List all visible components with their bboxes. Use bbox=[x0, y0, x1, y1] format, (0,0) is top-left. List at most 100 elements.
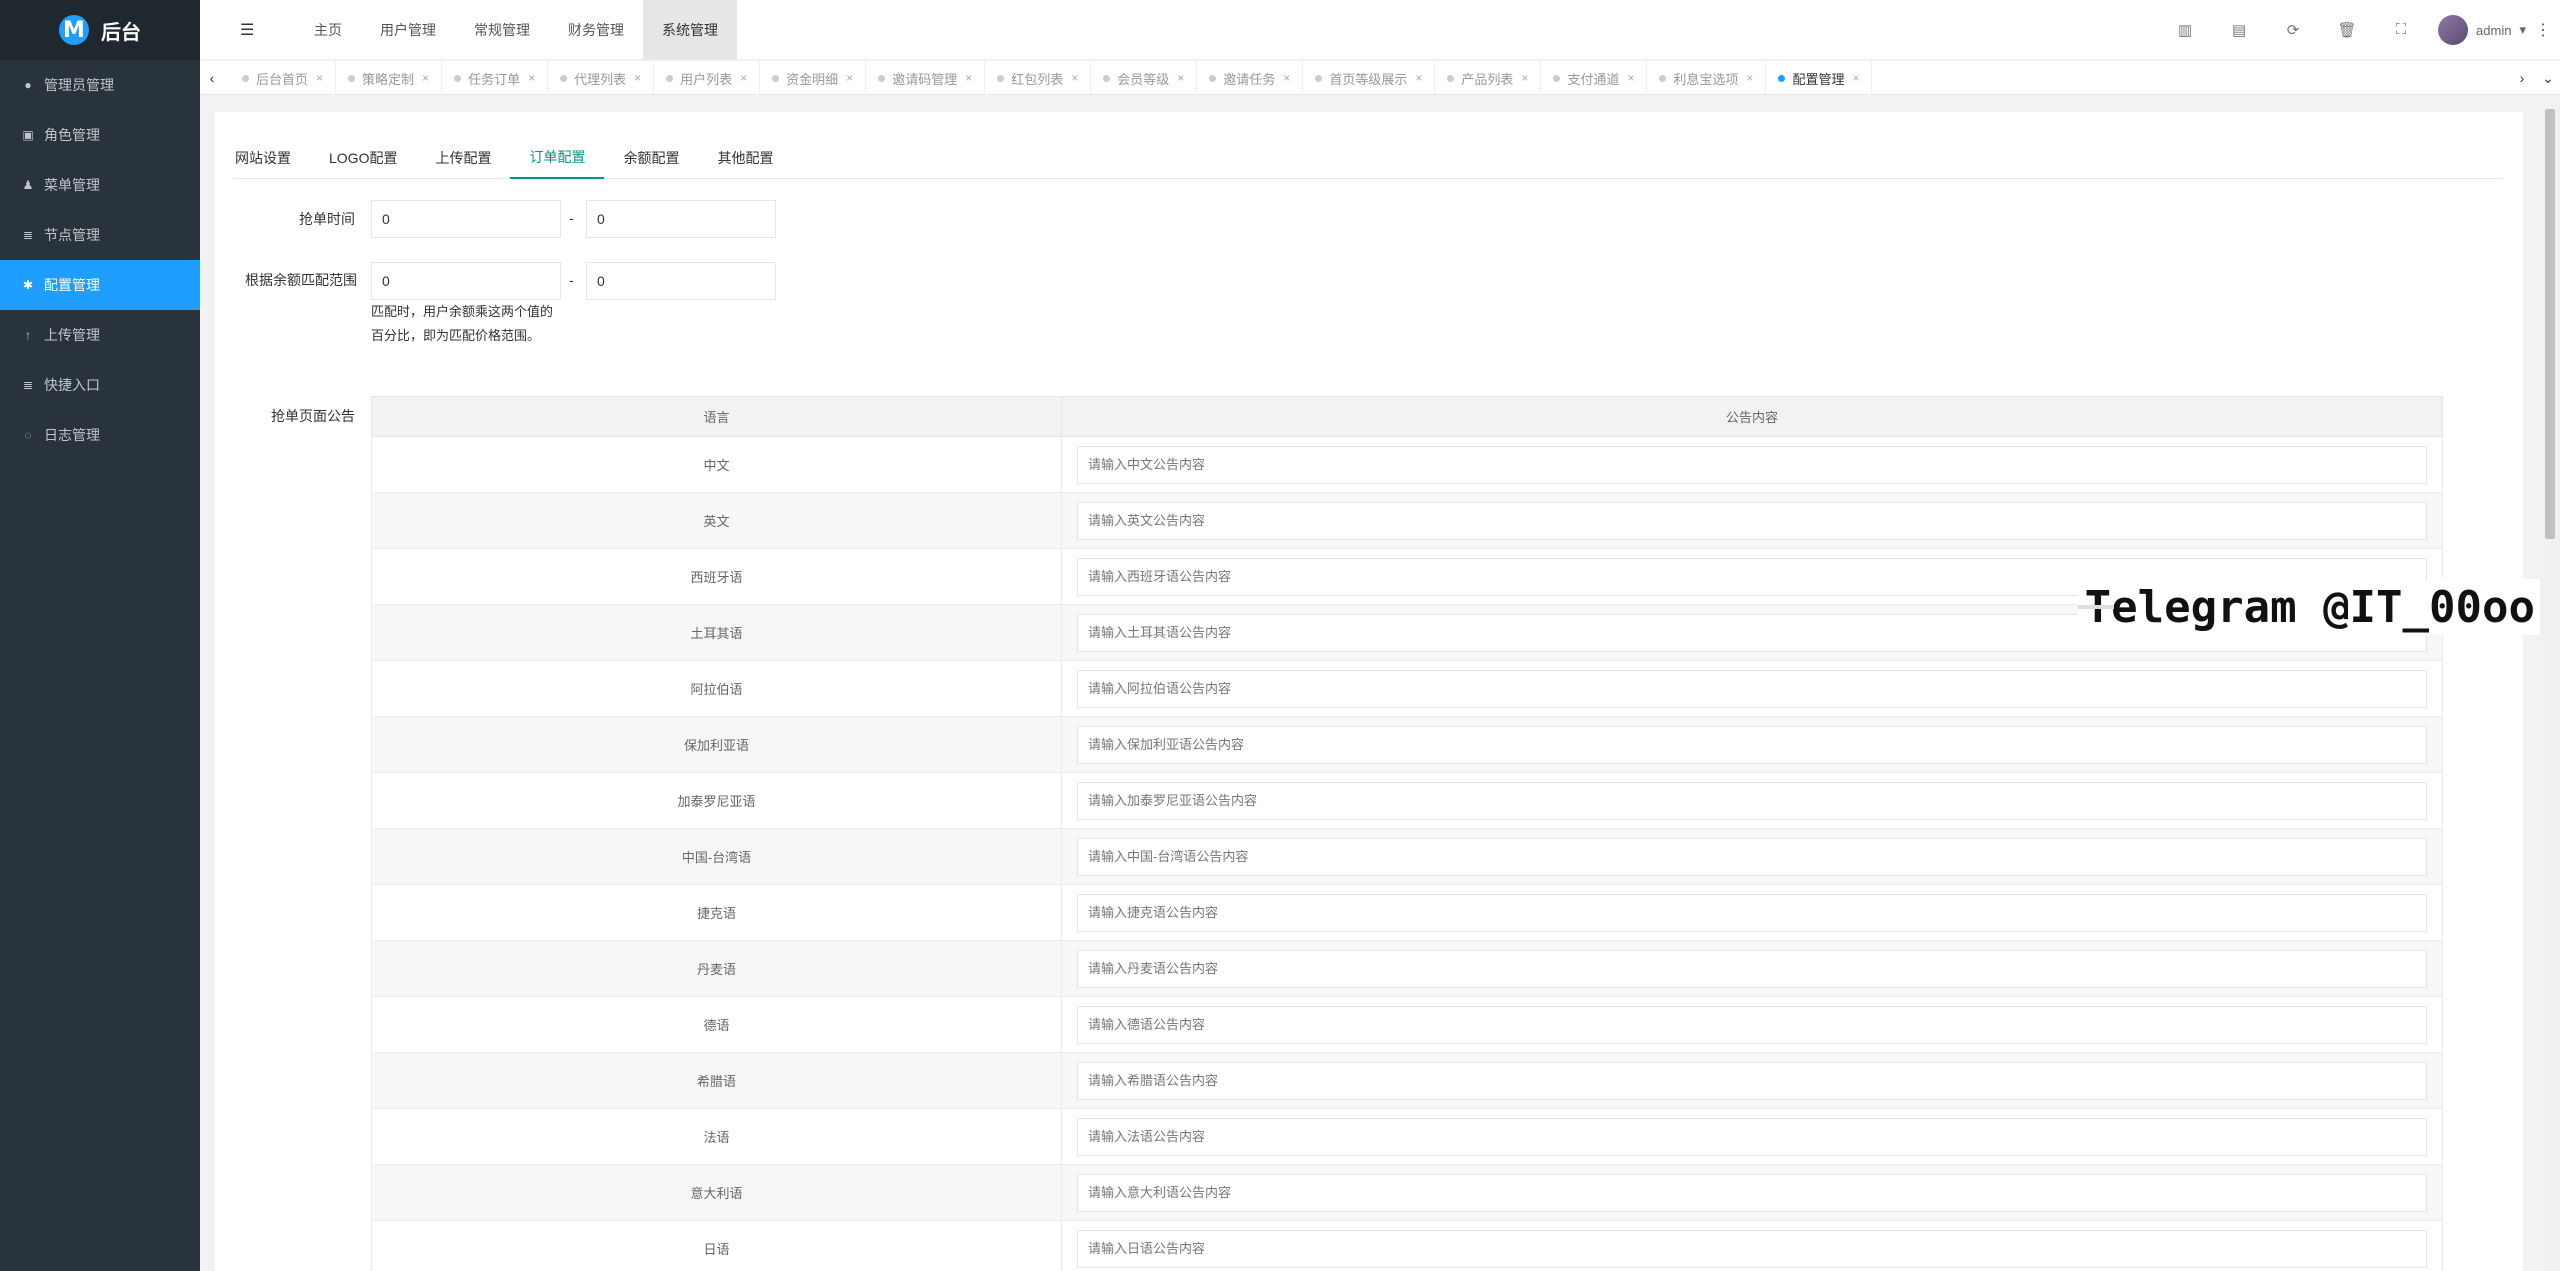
table-header-row: 语言 公告内容 bbox=[371, 396, 2443, 437]
top-nav: 主页 用户管理 常规管理 财务管理 系统管理 bbox=[295, 0, 737, 60]
tab-dot-icon bbox=[666, 74, 674, 82]
page-tab[interactable]: 代理列表 × bbox=[548, 61, 655, 95]
sidebar-item-1[interactable]: ▣ 角色管理 bbox=[0, 110, 200, 160]
page-tab[interactable]: 邀请任务 × bbox=[1197, 61, 1304, 95]
fullscreen-icon[interactable]: ⛶ bbox=[2374, 21, 2428, 39]
grab-time-label: 抢单时间 bbox=[299, 211, 355, 227]
page-tab[interactable]: 首页等级展示 × bbox=[1303, 61, 1436, 95]
announcement-input[interactable] bbox=[1077, 1005, 2427, 1044]
page-tab[interactable]: 支付通道 × bbox=[1541, 61, 1648, 95]
announcement-input[interactable] bbox=[1077, 1117, 2427, 1156]
tabs-left-arrow-icon[interactable]: ‹ bbox=[200, 61, 224, 95]
config-subtab[interactable]: 余额配置 bbox=[604, 136, 698, 179]
sidebar-item-0[interactable]: ● 管理员管理 bbox=[0, 60, 200, 110]
logo[interactable]: M 后台 bbox=[0, 0, 200, 60]
sidebar-item-5[interactable]: ↑ 上传管理 bbox=[0, 310, 200, 360]
config-subtab[interactable]: LOGO配置 bbox=[310, 136, 416, 179]
tab-label: 红包列表 bbox=[1011, 71, 1064, 87]
close-icon[interactable]: × bbox=[846, 71, 853, 85]
table-row: 中文 bbox=[371, 436, 2443, 493]
tabs-menu-icon[interactable]: ⌄ bbox=[2536, 61, 2560, 95]
table-row: 希腊语 bbox=[371, 1052, 2443, 1109]
close-icon[interactable]: × bbox=[1521, 71, 1528, 85]
announcement-input[interactable] bbox=[1077, 893, 2427, 932]
page-tab[interactable]: 资金明细 × bbox=[760, 61, 867, 95]
top-nav-item[interactable]: 系统管理 bbox=[643, 0, 737, 60]
announcement-input[interactable] bbox=[1077, 669, 2427, 708]
page-tab[interactable]: 邀请码管理 × bbox=[866, 61, 986, 95]
page-tab[interactable]: 配置管理 × bbox=[1766, 61, 1873, 95]
announcement-input[interactable] bbox=[1077, 501, 2427, 540]
trash-icon[interactable]: 🗑 bbox=[2320, 21, 2374, 39]
menu-fold-icon[interactable]: ☰ bbox=[240, 20, 254, 40]
sidebar-item-2[interactable]: ♟ 菜单管理 bbox=[0, 160, 200, 210]
balance-range-dash: - bbox=[569, 272, 574, 288]
close-icon[interactable]: × bbox=[1627, 71, 1634, 85]
top-nav-item[interactable]: 用户管理 bbox=[361, 0, 455, 60]
tab-label: 产品列表 bbox=[1461, 71, 1514, 87]
sidebar-item-6[interactable]: ≣ 快捷入口 bbox=[0, 360, 200, 410]
page-scrollbar[interactable] bbox=[2540, 104, 2560, 1271]
announcement-input[interactable] bbox=[1077, 445, 2427, 484]
tab-label: 任务订单 bbox=[468, 71, 521, 87]
sidebar-item-7[interactable]: ◌ 日志管理 bbox=[0, 410, 200, 460]
user-menu[interactable]: admin ▾ bbox=[2438, 15, 2526, 45]
page-tab[interactable]: 红包列表 × bbox=[985, 61, 1092, 95]
close-icon[interactable]: × bbox=[965, 71, 972, 85]
tabs-right-arrow-icon[interactable]: › bbox=[2510, 61, 2534, 95]
card-icon[interactable]: ▤ bbox=[2212, 21, 2266, 39]
config-subtab[interactable]: 上传配置 bbox=[416, 136, 510, 179]
top-nav-item[interactable]: 常规管理 bbox=[455, 0, 549, 60]
close-icon[interactable]: × bbox=[1283, 71, 1290, 85]
page-tab[interactable]: 策略定制 × bbox=[336, 61, 443, 95]
tab-label: 邀请码管理 bbox=[892, 71, 958, 87]
close-icon[interactable]: × bbox=[740, 71, 747, 85]
announcement-input[interactable] bbox=[1077, 725, 2427, 764]
scrollbar-thumb[interactable] bbox=[2545, 109, 2555, 539]
close-icon[interactable]: × bbox=[1071, 71, 1078, 85]
announcement-input[interactable] bbox=[1077, 781, 2427, 820]
tab-dot-icon bbox=[454, 74, 462, 82]
close-icon[interactable]: × bbox=[316, 71, 323, 85]
balance-range-from-input[interactable] bbox=[371, 262, 561, 300]
grab-time-to-input[interactable] bbox=[586, 200, 776, 238]
announcement-input[interactable] bbox=[1077, 837, 2427, 876]
sidebar-item-label: 上传管理 bbox=[44, 327, 100, 343]
config-subtab[interactable]: 网站设置 bbox=[233, 136, 310, 179]
close-icon[interactable]: × bbox=[528, 71, 535, 85]
close-icon[interactable]: × bbox=[1746, 71, 1753, 85]
page-tab[interactable]: 会员等级 × bbox=[1091, 61, 1198, 95]
tab-dot-icon bbox=[1209, 74, 1217, 82]
announcement-input[interactable] bbox=[1077, 949, 2427, 988]
close-icon[interactable]: × bbox=[1852, 71, 1859, 85]
sidebar-item-4[interactable]: ✱ 配置管理 bbox=[0, 260, 200, 310]
announcement-input[interactable] bbox=[1077, 1229, 2427, 1268]
top-nav-item[interactable]: 主页 bbox=[295, 0, 361, 60]
table-row: 法语 bbox=[371, 1108, 2443, 1165]
page-tab[interactable]: 任务订单 × bbox=[442, 61, 549, 95]
page-tab[interactable]: 后台首页 × bbox=[230, 61, 337, 95]
page-tab[interactable]: 产品列表 × bbox=[1435, 61, 1542, 95]
announcement-input[interactable] bbox=[1077, 1173, 2427, 1212]
list-icon: ≣ bbox=[22, 228, 34, 242]
page-tab[interactable]: 利息宝选项 × bbox=[1647, 61, 1767, 95]
close-icon[interactable]: × bbox=[634, 71, 641, 85]
more-icon[interactable]: ⋮ bbox=[2526, 20, 2560, 40]
grab-time-from-input[interactable] bbox=[371, 200, 561, 238]
page-tab[interactable]: 用户列表 × bbox=[654, 61, 761, 95]
top-nav-item[interactable]: 财务管理 bbox=[549, 0, 643, 60]
announcement-input[interactable] bbox=[1077, 1061, 2427, 1100]
tabs-bar: ‹ 后台首页 × 策略定制 × 任务订单 × 代理列表 × 用户列表 × 资金明细 × 邀请码管理 × 红包… bbox=[200, 61, 2560, 95]
header-tools: ▥ ▤ ⟳ 🗑 ⛶ admin ▾ ⋮ bbox=[2158, 0, 2560, 60]
refresh-icon[interactable]: ⟳ bbox=[2266, 21, 2320, 39]
config-subtab[interactable]: 其他配置 bbox=[698, 136, 792, 179]
close-icon[interactable]: × bbox=[1415, 71, 1422, 85]
sidebar-item-3[interactable]: ≣ 节点管理 bbox=[0, 210, 200, 260]
close-icon[interactable]: × bbox=[1177, 71, 1184, 85]
close-icon[interactable]: × bbox=[422, 71, 429, 85]
balance-range-to-input[interactable] bbox=[586, 262, 776, 300]
gear-icon: ✱ bbox=[22, 278, 34, 292]
config-subtab[interactable]: 订单配置 bbox=[510, 136, 605, 179]
chart-icon[interactable]: ▥ bbox=[2158, 21, 2212, 39]
announcement-table: 语言 公告内容 中文英文西班牙语土耳其语阿拉伯语保加利亚语加泰罗尼亚语中国-台湾… bbox=[371, 396, 2443, 1271]
